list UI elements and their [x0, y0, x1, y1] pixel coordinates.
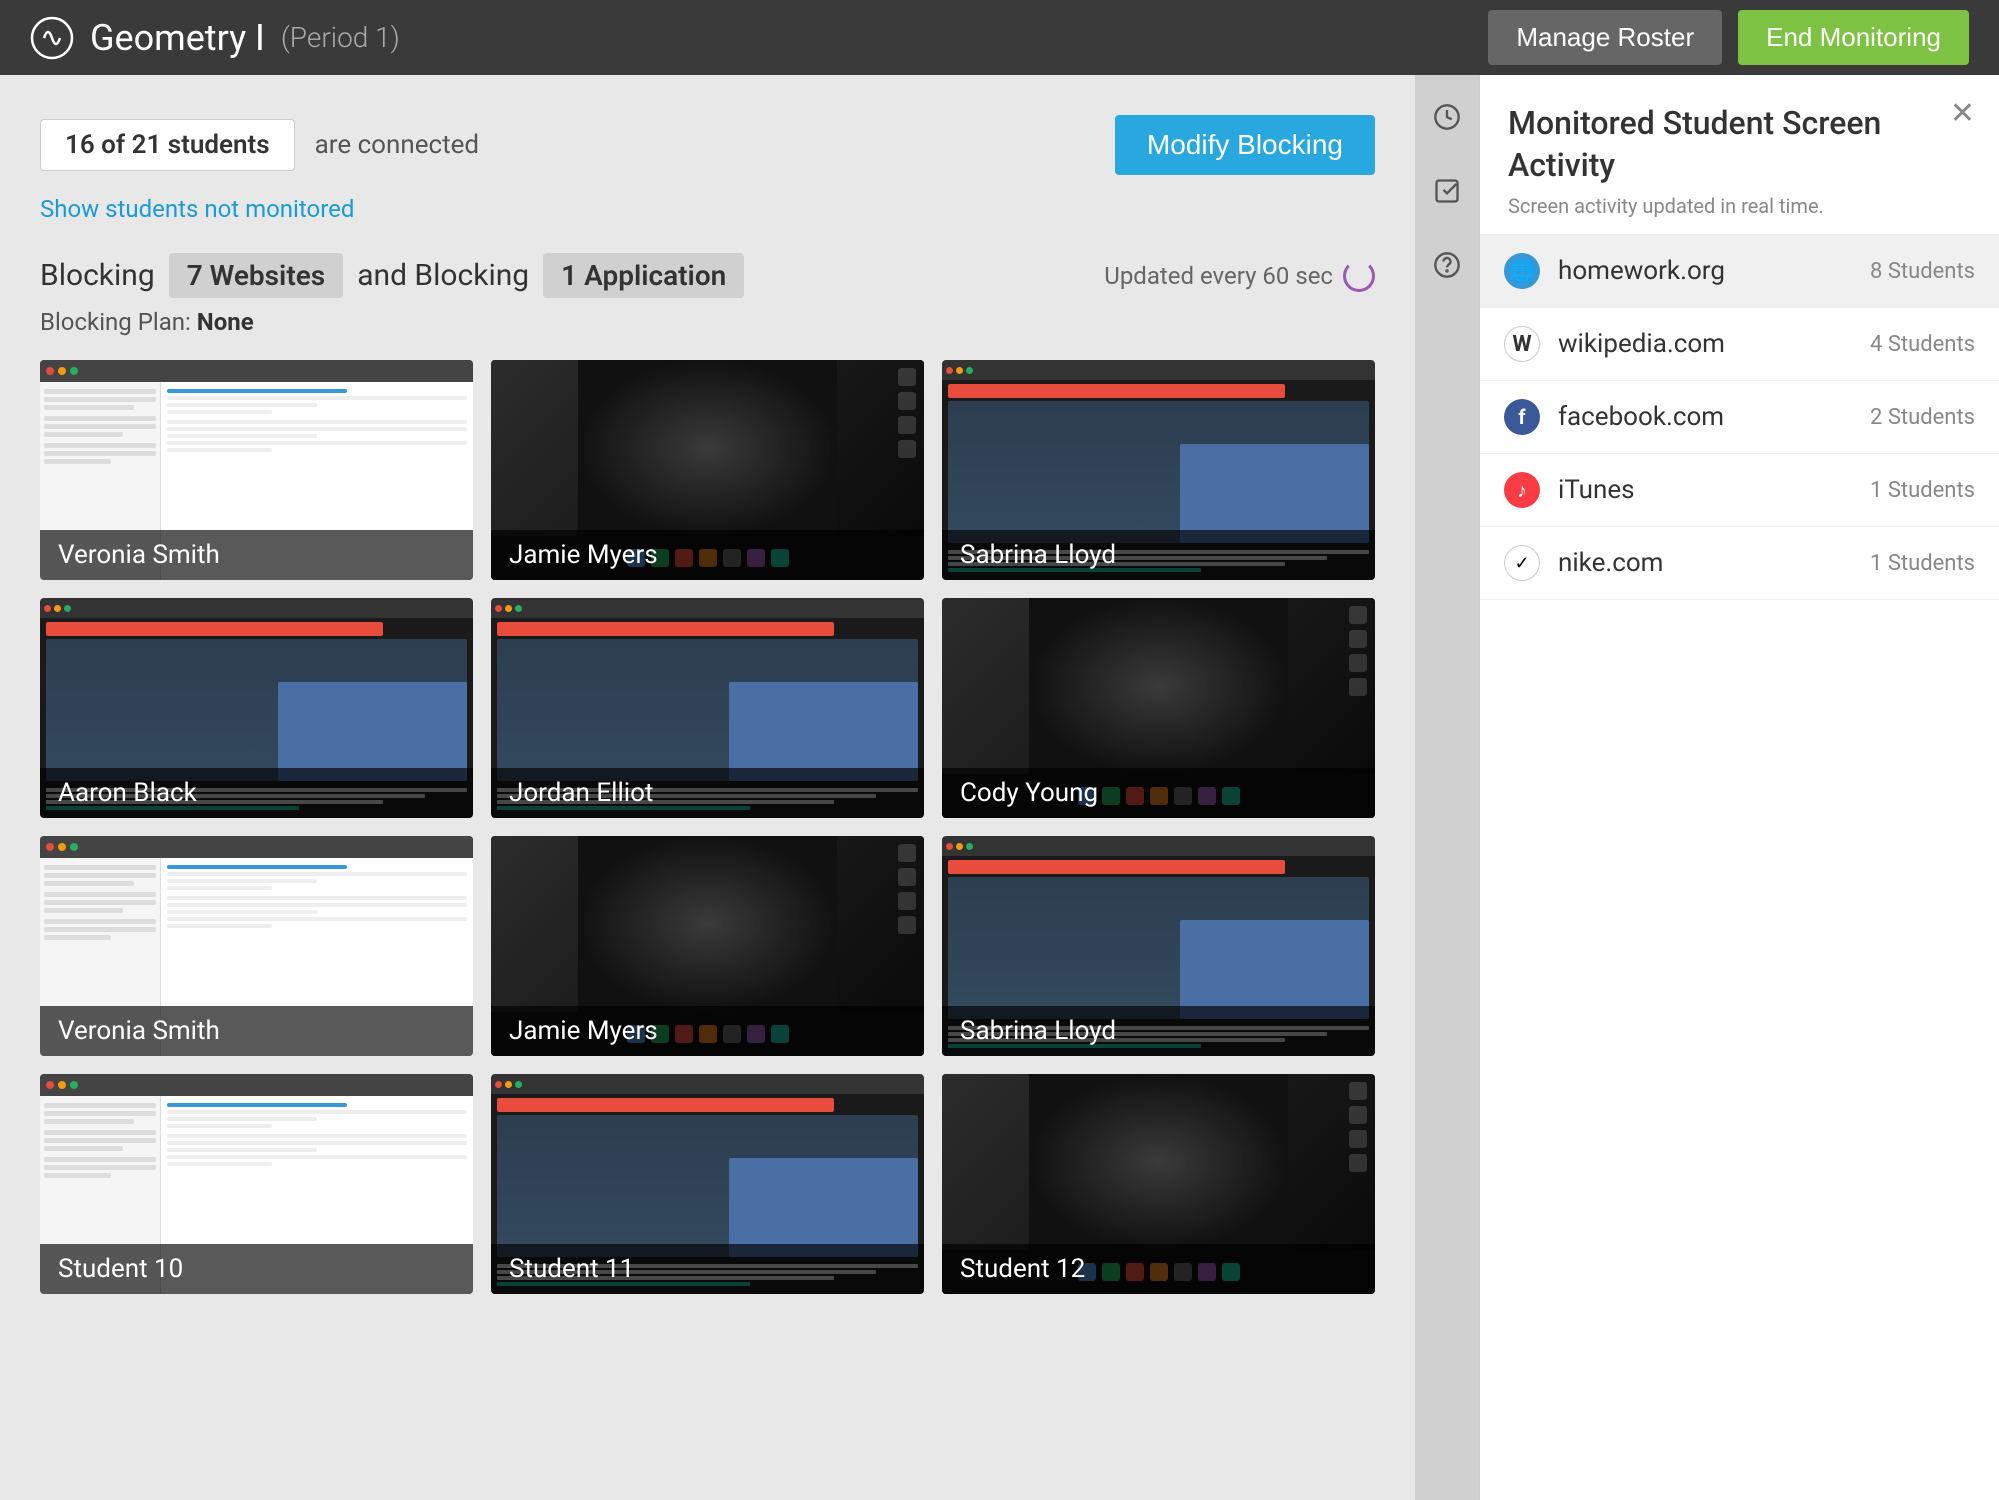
student-count: 4 Students: [1870, 332, 1975, 357]
student-card[interactable]: Sabrina Lloyd: [942, 360, 1375, 580]
modify-blocking-button[interactable]: Modify Blocking: [1115, 115, 1375, 175]
student-name: Student 12: [942, 1244, 1375, 1294]
site-icon: 🌐: [1504, 253, 1540, 289]
student-card[interactable]: Sabrina Lloyd: [942, 836, 1375, 1056]
student-name: Sabrina Lloyd: [942, 1006, 1375, 1056]
logo-icon: [30, 16, 74, 60]
header-period: (Period 1): [281, 21, 400, 54]
student-card[interactable]: Student 11: [491, 1074, 924, 1294]
end-monitoring-button[interactable]: End Monitoring: [1738, 10, 1969, 65]
header: Geometry I (Period 1) Manage Roster End …: [0, 0, 1999, 75]
blocking-info: Blocking 7 Websites and Blocking 1 Appli…: [40, 253, 1375, 298]
student-name: Veronia Smith: [40, 530, 473, 580]
panel-title: Monitored Student Screen Activity: [1508, 103, 1971, 186]
students-count-badge: 16 of 21 students: [40, 119, 295, 171]
student-count: 2 Students: [1870, 405, 1975, 430]
panel-site-item[interactable]: 🌐 homework.org 8 Students: [1480, 235, 1999, 308]
site-icon: W: [1504, 326, 1540, 362]
student-name: Aaron Black: [40, 768, 473, 818]
header-left: Geometry I (Period 1): [30, 16, 400, 60]
checklist-icon-button[interactable]: [1425, 169, 1469, 213]
site-name: nike.com: [1558, 548, 1870, 578]
student-card[interactable]: Cody Young: [942, 598, 1375, 818]
student-name: Jordan Elliot: [491, 768, 924, 818]
panel-close-button[interactable]: ✕: [1950, 99, 1975, 129]
header-right: Manage Roster End Monitoring: [1488, 10, 1969, 65]
student-grid: Veronia Smith: [40, 360, 1375, 1334]
help-icon-button[interactable]: [1425, 243, 1469, 287]
panel-subtitle: Screen activity updated in real time.: [1508, 194, 1971, 218]
site-name: wikipedia.com: [1558, 329, 1870, 359]
student-card[interactable]: Veronia Smith: [40, 836, 473, 1056]
manage-roster-button[interactable]: Manage Roster: [1488, 10, 1722, 65]
student-card[interactable]: Veronia Smith: [40, 360, 473, 580]
student-count: 1 Students: [1870, 478, 1975, 503]
student-card[interactable]: Jamie Myers: [491, 836, 924, 1056]
student-card[interactable]: Jamie Myers: [491, 360, 924, 580]
blocking-prefix: Blocking: [40, 258, 155, 293]
panel-header: Monitored Student Screen Activity Screen…: [1480, 75, 1999, 235]
student-name: Jamie Myers: [491, 530, 924, 580]
show-not-monitored-link[interactable]: Show students not monitored: [40, 195, 354, 223]
websites-badge: 7 Websites: [169, 253, 343, 298]
student-name: Veronia Smith: [40, 1006, 473, 1056]
site-name: iTunes: [1558, 475, 1870, 505]
panel-site-item[interactable]: f facebook.com 2 Students: [1480, 381, 1999, 454]
panel-site-list: 🌐 homework.org 8 Students W wikipedia.co…: [1480, 235, 1999, 1500]
site-icon: f: [1504, 399, 1540, 435]
student-name: Jamie Myers: [491, 1006, 924, 1056]
refresh-icon: [1343, 260, 1375, 292]
site-name: homework.org: [1558, 256, 1870, 286]
site-icon: ♪: [1504, 472, 1540, 508]
student-name: Student 11: [491, 1244, 924, 1294]
app-badge: 1 Application: [543, 253, 744, 298]
blocking-plan: Blocking Plan: None: [40, 308, 1375, 336]
are-connected-text: are connected: [315, 130, 479, 160]
site-name: facebook.com: [1558, 402, 1870, 432]
main-layout: 16 of 21 students are connected Modify B…: [0, 75, 1999, 1500]
updated-text: Updated every 60 sec: [1104, 260, 1375, 292]
page-title: Geometry I: [90, 17, 265, 59]
sidebar-icons: [1415, 75, 1479, 1500]
student-name: Sabrina Lloyd: [942, 530, 1375, 580]
and-blocking-text: and Blocking: [357, 258, 529, 293]
content-area: 16 of 21 students are connected Modify B…: [0, 75, 1415, 1500]
student-name: Student 10: [40, 1244, 473, 1294]
clock-icon-button[interactable]: [1425, 95, 1469, 139]
student-count: 1 Students: [1870, 551, 1975, 576]
student-card[interactable]: Jordan Elliot: [491, 598, 924, 818]
student-card[interactable]: Student 12: [942, 1074, 1375, 1294]
student-count: 8 Students: [1870, 259, 1975, 284]
student-card[interactable]: Aaron Black: [40, 598, 473, 818]
student-name: Cody Young: [942, 768, 1375, 818]
top-bar: 16 of 21 students are connected Modify B…: [40, 115, 1375, 175]
student-card[interactable]: Student 10: [40, 1074, 473, 1294]
panel-site-item[interactable]: ✓ nike.com 1 Students: [1480, 527, 1999, 600]
right-panel: Monitored Student Screen Activity Screen…: [1479, 75, 1999, 1500]
panel-site-item[interactable]: W wikipedia.com 4 Students: [1480, 308, 1999, 381]
panel-site-item[interactable]: ♪ iTunes 1 Students: [1480, 454, 1999, 527]
site-icon: ✓: [1504, 545, 1540, 581]
